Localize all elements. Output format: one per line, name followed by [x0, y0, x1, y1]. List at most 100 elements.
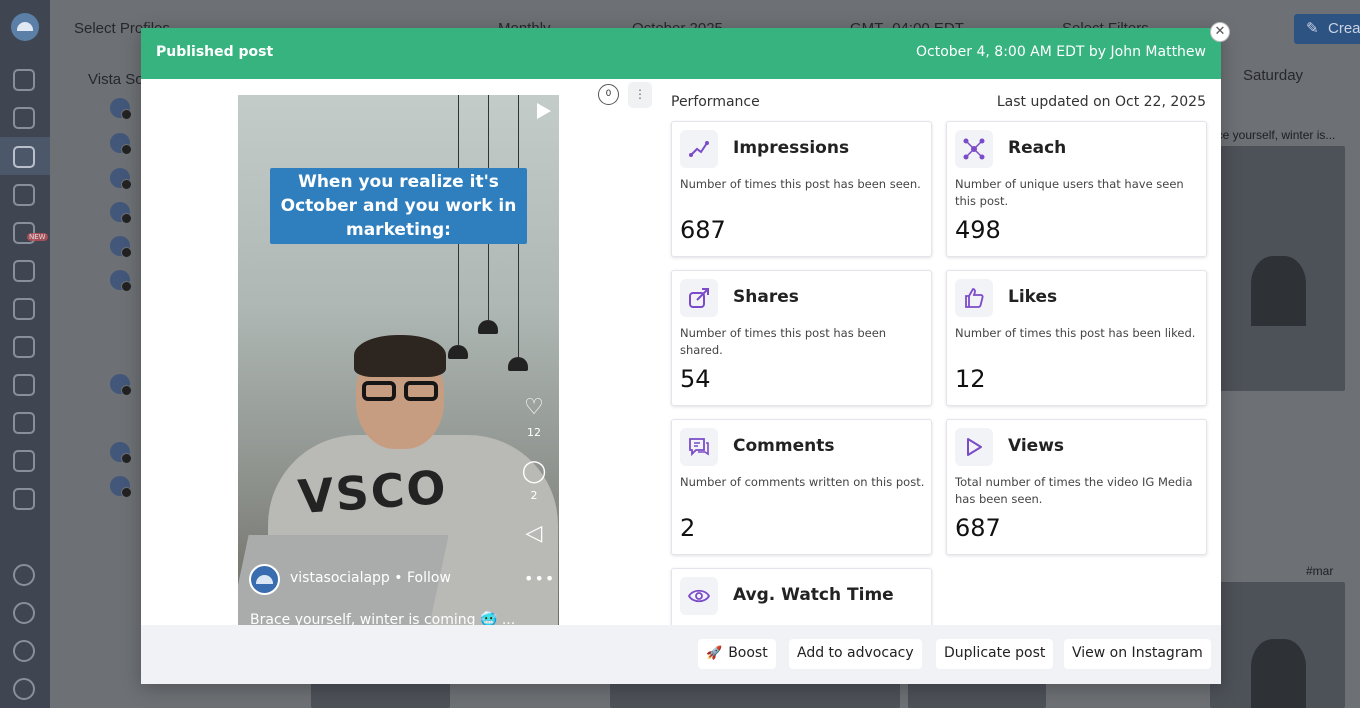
notifications-icon[interactable] [13, 602, 35, 624]
rocket-icon: 🚀 [706, 646, 723, 661]
calendar-post-caption: ace yourself, winter is... [1210, 128, 1336, 142]
modal-footer: 🚀 Boost Add to advocacy Duplicate post Vi… [141, 625, 1221, 684]
day-header-saturday: Saturday [1243, 67, 1304, 84]
group-name: Vista So [88, 71, 144, 88]
metric-title: Impressions [733, 138, 850, 158]
account-handle[interactable]: vistasocialapp [290, 570, 390, 586]
metric-description: Total number of times the video IG Media… [955, 475, 1193, 506]
metric-title: Comments [733, 436, 835, 456]
app-sidebar: NEW [0, 0, 50, 708]
profile-avatar[interactable] [110, 270, 132, 292]
metric-description: Number of times this post has been liked… [955, 326, 1196, 340]
comments-icon [680, 428, 718, 466]
boost-button[interactable]: 🚀 Boost [698, 639, 776, 669]
app-logo[interactable] [11, 13, 39, 41]
likes-count: 12 [527, 426, 541, 439]
metric-title: Reach [1008, 138, 1067, 158]
comment-icon[interactable]: ◯ [521, 459, 547, 484]
counter-badge[interactable]: 0 [598, 84, 619, 105]
calendar-post-thumbnail[interactable] [1210, 582, 1345, 708]
profile-avatar[interactable] [110, 236, 132, 258]
thumbs-up-icon [955, 279, 993, 317]
profile-avatar[interactable] [110, 442, 132, 464]
modal-header: Published post October 4, 8:00 AM EDT by… [141, 28, 1221, 79]
pendant-lamp [508, 357, 528, 371]
metric-description: Number of times this post has been share… [680, 326, 887, 357]
profile-avatar[interactable] [110, 168, 132, 190]
metric-description: Number of unique users that have seen th… [955, 177, 1184, 208]
duplicate-post-button[interactable]: Duplicate post [936, 639, 1054, 669]
calendar-post-caption: #mar [1306, 564, 1334, 578]
new-badge: NEW [27, 233, 48, 241]
metric-description: Number of times this post has been seen. [680, 177, 921, 191]
follow-link[interactable]: • Follow [394, 570, 451, 586]
analytics-icon[interactable] [13, 298, 35, 320]
boost-label: Boost [728, 645, 768, 661]
shares-icon [680, 279, 718, 317]
calendar-icon[interactable] [13, 146, 35, 168]
metric-value: 54 [680, 365, 711, 393]
metric-card-shares: Shares Number of times this post has bee… [671, 270, 932, 406]
metric-value: 687 [680, 216, 726, 244]
add-icon[interactable] [13, 564, 35, 586]
layout-icon[interactable] [13, 450, 35, 472]
metric-value: 2 [680, 514, 696, 542]
metric-title: Likes [1008, 287, 1058, 307]
modal-title: Published post [156, 44, 274, 60]
profile-avatar[interactable] [110, 202, 132, 224]
metric-title: Shares [733, 287, 799, 307]
post-caption: Brace yourself, winter is coming 🥶 ... [250, 612, 516, 626]
glasses [358, 381, 442, 401]
account-icon[interactable] [13, 678, 35, 700]
view-on-instagram-button[interactable]: View on Instagram [1064, 639, 1211, 669]
metric-card-likes: Likes Number of times this post has been… [946, 270, 1207, 406]
impressions-icon [680, 130, 718, 168]
metric-value: 498 [955, 216, 1001, 244]
metric-value: 12 [955, 365, 986, 393]
metric-card-impressions: Impressions Number of times this post ha… [671, 121, 932, 257]
metric-description: Number of comments written on this post. [680, 475, 925, 489]
pendant-lamp [448, 345, 468, 359]
account-name[interactable]: vistasocialapp • Follow [290, 570, 451, 586]
metric-card-reach: Reach Number of unique users that have s… [946, 121, 1207, 257]
profile-avatar[interactable] [110, 476, 132, 498]
pendant-lamp [478, 320, 498, 334]
metric-title: Views [1008, 436, 1065, 456]
help-icon[interactable] [13, 640, 35, 662]
media-library-icon[interactable] [13, 412, 35, 434]
metric-value: 687 [955, 514, 1001, 542]
play-icon [955, 428, 993, 466]
profile-avatar[interactable] [110, 374, 132, 396]
performance-heading: Performance [671, 94, 760, 110]
share-icon[interactable]: ◁ [521, 521, 547, 546]
home-icon[interactable] [13, 69, 35, 91]
metric-title: Avg. Watch Time [733, 585, 894, 605]
post-publish-meta: October 4, 8:00 AM EDT by John Matthew [916, 44, 1206, 60]
play-icon[interactable] [537, 103, 551, 119]
more-options-icon[interactable]: ••• [524, 569, 555, 588]
metric-card-views: Views Total number of times the video IG… [946, 419, 1207, 555]
published-post-modal: Published post October 4, 8:00 AM EDT by… [141, 28, 1221, 684]
star-icon[interactable] [13, 336, 35, 358]
inbox-icon[interactable] [13, 184, 35, 206]
post-video-preview[interactable]: VSCO When you realize it's October and y… [238, 95, 559, 626]
close-icon[interactable]: ✕ [1210, 22, 1230, 42]
last-updated: Last updated on Oct 22, 2025 [996, 94, 1206, 110]
sweater-text: VSCO [296, 459, 450, 525]
heart-icon[interactable]: ♡ [521, 395, 547, 420]
account-avatar[interactable] [249, 564, 280, 595]
calendar-post-thumbnail[interactable] [1210, 146, 1345, 391]
metric-card-avg-watch-time: Avg. Watch Time [671, 568, 932, 628]
integrations-icon[interactable] [13, 260, 35, 282]
profile-avatar[interactable] [110, 133, 132, 155]
profile-avatar[interactable] [110, 98, 132, 120]
tasks-icon[interactable] [13, 374, 35, 396]
person-hair [354, 335, 446, 377]
create-button[interactable]: Create [1294, 14, 1360, 44]
reach-icon [955, 130, 993, 168]
publish-icon[interactable] [13, 107, 35, 129]
more-menu-icon[interactable]: ⋮ [628, 82, 652, 108]
megaphone-icon[interactable] [13, 488, 35, 510]
add-to-advocacy-button[interactable]: Add to advocacy [789, 639, 922, 669]
comments-count: 2 [530, 489, 538, 502]
